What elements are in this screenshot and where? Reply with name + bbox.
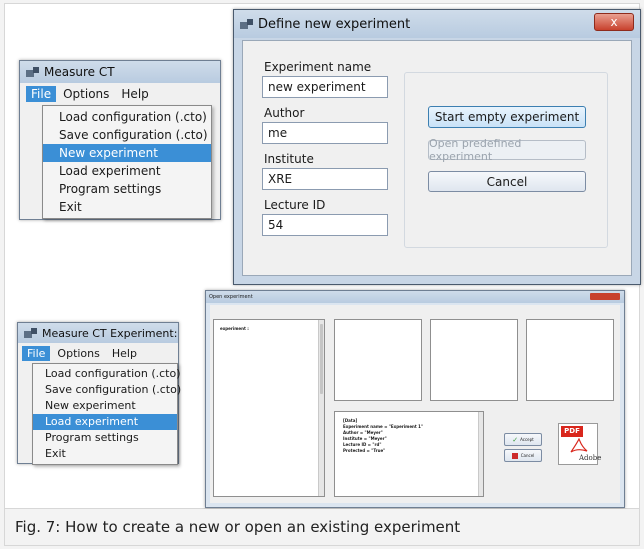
info-scrollbar[interactable] [478,412,483,496]
figure-caption: Fig. 7: How to create a new or open an e… [4,509,640,546]
experiment-list-header: experiment : [220,326,249,331]
cancel-button[interactable]: Cancel [504,449,542,462]
menubar: File Options Help [26,86,154,102]
preview-image-3 [526,319,614,401]
list-scroll-thumb[interactable] [320,324,323,394]
app-icon [24,327,38,339]
menu-file[interactable]: File [26,86,57,102]
close-button[interactable]: x [594,13,634,31]
open-experiment-window: Open experiment experiment : [Data] Expe… [205,290,625,508]
window-title: Measure CT [44,65,115,79]
menu-options[interactable]: Options [52,346,104,361]
menu-help[interactable]: Help [116,86,153,102]
menu-item-load-config[interactable]: Load configuration (.cto) [33,366,181,382]
menu-item-new-experiment[interactable]: New experiment [43,144,211,162]
experiment-info: [Data] Experiment name = "Experiment 1" … [334,411,484,497]
file-dropdown: Load configuration (.cto) Save configura… [42,105,212,219]
menu-item-load-config[interactable]: Load configuration (.cto) [43,108,211,126]
menu-item-load-experiment[interactable]: Load experiment [33,414,177,430]
acrobat-icon [570,438,588,453]
window-titlebar: Measure CT [20,61,220,83]
window-titlebar: Measure CT Experiment: [18,323,178,343]
menu-item-load-experiment[interactable]: Load experiment [43,162,211,180]
menu-options[interactable]: Options [58,86,114,102]
pdf-icon[interactable]: PDF Adobe [558,423,602,465]
menu-item-exit[interactable]: Exit [43,198,211,216]
institute-field[interactable]: XRE [262,168,388,190]
measure-ct-window: Measure CT File Options Help Load config… [19,60,221,220]
accept-button[interactable]: ✓ Accept [504,433,542,446]
start-empty-experiment-button[interactable]: Start empty experiment [428,106,586,128]
app-icon [240,18,254,30]
check-icon: ✓ [512,435,519,444]
info-line: Protected = "True" [343,448,386,453]
measure-ct-experiment-window: Measure CT Experiment: File Options Help… [17,322,181,465]
adobe-label: Adobe [579,454,602,462]
pdf-badge: PDF [561,426,583,437]
menubar: File Options Help [22,346,142,361]
lecture-id-label: Lecture ID [264,198,326,212]
preview-image-2 [430,319,518,401]
author-label: Author [264,106,305,120]
menu-item-save-config[interactable]: Save configuration (.cto) [33,382,181,398]
figure-frame: Measure CT File Options Help Load config… [4,3,641,509]
menu-item-save-config[interactable]: Save configuration (.cto) [43,126,211,144]
author-field[interactable]: me [262,122,388,144]
preview-image-1 [334,319,422,401]
lecture-id-field[interactable]: 54 [262,214,388,236]
menu-item-exit[interactable]: Exit [33,446,177,462]
accept-label: Accept [520,436,534,442]
list-scrollbar[interactable] [318,320,324,496]
cancel-button[interactable]: Cancel [428,171,586,192]
open-window-title: Open experiment [209,294,253,300]
define-experiment-dialog: Define new experiment x Experiment name … [233,9,641,285]
open-window-titlebar: Open experiment [206,291,624,303]
menu-item-program-settings[interactable]: Program settings [33,430,177,446]
experiment-name-field[interactable]: new experiment [262,76,388,98]
menu-help[interactable]: Help [107,346,142,361]
app-icon [26,66,40,78]
window-controls[interactable] [590,293,620,300]
info-text: [Data] Experiment name = "Experiment 1" … [343,418,423,454]
menu-item-new-experiment[interactable]: New experiment [33,398,177,414]
file-dropdown: Load configuration (.cto) Save configura… [32,363,181,465]
dialog-title: Define new experiment [258,16,411,32]
menu-item-program-settings[interactable]: Program settings [43,180,211,198]
cancel-label: Cancel [520,452,535,458]
institute-label: Institute [264,152,314,166]
experiment-list[interactable]: experiment : [213,319,325,497]
experiment-name-label: Experiment name [264,60,372,74]
cancel-x-icon [511,452,518,459]
window-title: Measure CT Experiment: [42,326,178,340]
open-predefined-experiment-button[interactable]: Open predefined experiment [428,137,586,163]
menu-file[interactable]: File [22,346,51,361]
dialog-titlebar: Define new experiment [234,10,640,38]
